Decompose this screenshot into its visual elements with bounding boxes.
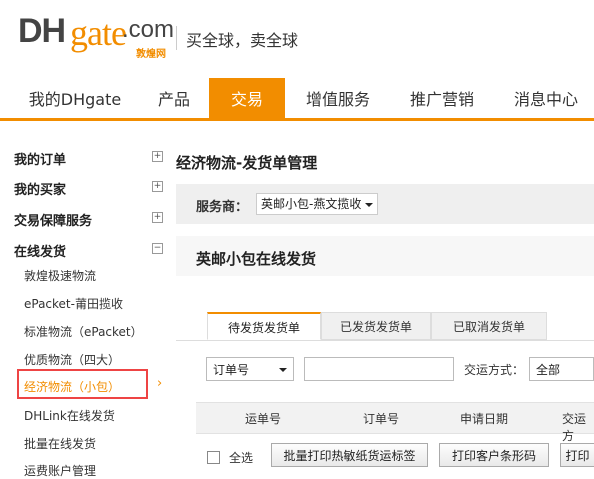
- sidebar-item-economy[interactable]: 经济物流（小包）: [24, 378, 120, 395]
- main-nav: 我的DHgate 产品 交易 增值服务 推广营销 消息中心: [0, 78, 594, 121]
- sidebar-item-standard[interactable]: 标准物流（ePacket）: [24, 323, 143, 340]
- shipping-method-label: 交运方式：: [464, 363, 525, 377]
- expand-icon[interactable]: +: [152, 151, 163, 162]
- print-button[interactable]: 打印: [560, 443, 594, 467]
- sidebar-item-batch[interactable]: 批量在线发货: [24, 435, 96, 452]
- batch-print-thermal-labels-button[interactable]: 批量打印热敏纸货运标签: [271, 443, 428, 467]
- search-input[interactable]: [304, 357, 454, 381]
- logo-chinese: 敦煌网: [136, 49, 166, 60]
- sidebar-group-shipping[interactable]: 在线发货: [14, 241, 66, 260]
- page-title: 经济物流-发货单管理: [176, 154, 318, 172]
- dhgate-logo[interactable]: DH gate .com 敦煌网: [18, 12, 174, 60]
- select-all-label: 全选: [229, 451, 254, 465]
- shipping-method-select[interactable]: 全部: [529, 357, 594, 381]
- shipping-panel: 英邮小包在线发货: [176, 236, 594, 473]
- shipping-method-value: 全部: [536, 363, 561, 377]
- field-select[interactable]: 订单号: [206, 357, 294, 381]
- tab-cancelled[interactable]: 已取消发货单: [431, 312, 547, 340]
- col-order: 订单号: [363, 412, 400, 426]
- nav-tab-promotion[interactable]: 推广营销: [400, 78, 484, 118]
- col-shipping: 交运方: [562, 412, 587, 443]
- select-all-checkbox[interactable]: [207, 451, 220, 464]
- service-value: 英邮小包-燕文揽收: [261, 197, 362, 211]
- nav-tab-trade[interactable]: 交易: [209, 78, 285, 118]
- chevron-right-icon: ›: [157, 376, 163, 391]
- collapse-icon[interactable]: −: [152, 243, 163, 254]
- chevron-down-icon: [365, 202, 374, 207]
- service-select[interactable]: 英邮小包-燕文揽收: [256, 193, 379, 215]
- sidebar-item-premium[interactable]: 优质物流（四大）: [24, 351, 120, 368]
- logo-dh: DH: [18, 12, 66, 50]
- sidebar-item-epacket-putian[interactable]: ePacket-莆田揽收: [24, 295, 123, 312]
- panel-title: 英邮小包在线发货: [196, 250, 317, 268]
- col-waybill: 运单号: [245, 412, 282, 426]
- col-apply-date: 申请日期: [460, 412, 509, 426]
- table-header: 运单号 订单号 申请日期 交运方: [196, 402, 594, 443]
- slogan: 买全球，卖全球: [186, 31, 299, 50]
- tab-shipped[interactable]: 已发货发货单: [321, 312, 431, 340]
- sidebar-item-dhlink[interactable]: DHLink在线发货: [24, 407, 115, 424]
- field-select-value: 订单号: [213, 363, 250, 377]
- sidebar-group-protection[interactable]: 交易保障服务: [14, 210, 92, 229]
- print-customer-barcode-button[interactable]: 打印客户条形码: [439, 443, 549, 467]
- tab-divider: [176, 340, 594, 341]
- nav-tab-products[interactable]: 产品: [144, 78, 204, 118]
- chevron-down-icon: [279, 368, 287, 372]
- service-bar: 服务商： 英邮小包-燕文揽收: [176, 184, 594, 224]
- sidebar-group-buyers[interactable]: 我的买家: [14, 179, 66, 198]
- expand-icon[interactable]: +: [152, 181, 163, 192]
- sidebar-item-express[interactable]: 敦煌极速物流: [24, 267, 96, 284]
- site-header: DH gate .com 敦煌网 买全球，卖全球: [0, 0, 594, 78]
- nav-tab-messages[interactable]: 消息中心: [504, 78, 588, 118]
- service-label: 服务商：: [196, 200, 249, 215]
- sidebar-group-orders[interactable]: 我的订单: [14, 149, 66, 168]
- nav-tab-my-dhgate[interactable]: 我的DHgate: [20, 78, 130, 118]
- header-divider: [176, 26, 177, 50]
- sidebar-item-freight-account[interactable]: 运费账户管理: [24, 462, 96, 479]
- tab-pending[interactable]: 待发货发货单: [207, 312, 321, 340]
- expand-icon[interactable]: +: [152, 212, 163, 223]
- nav-tab-value-services[interactable]: 增值服务: [296, 78, 380, 118]
- logo-gate: gate: [70, 13, 127, 53]
- logo-com: .com: [122, 16, 175, 43]
